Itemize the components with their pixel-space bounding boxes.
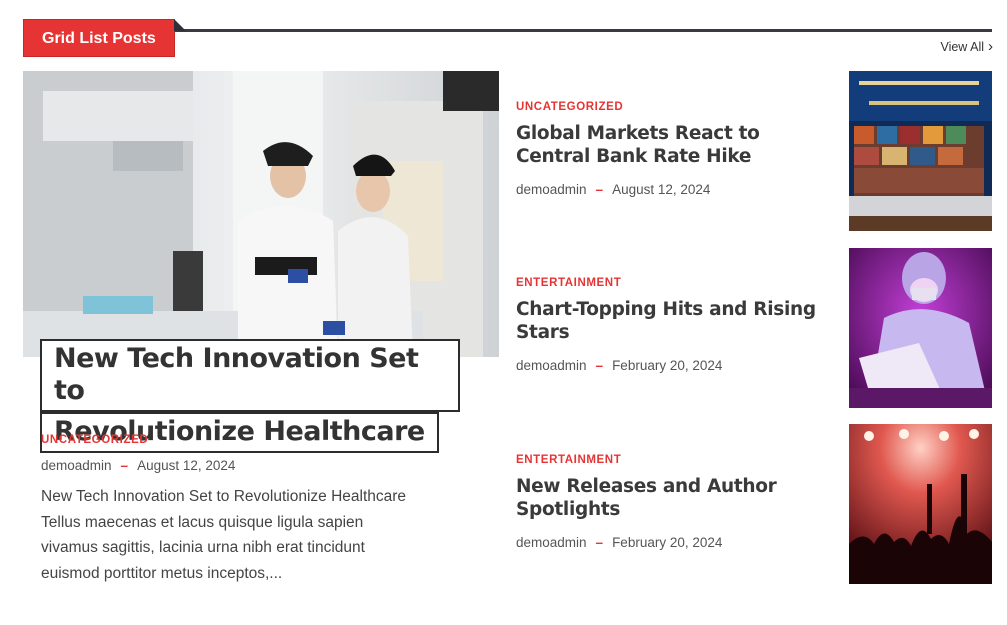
post-date[interactable]: February 20, 2024: [612, 358, 722, 373]
meta-separator: –: [595, 535, 604, 550]
featured-meta: demoadmin – August 12, 2024: [41, 458, 235, 473]
meta-separator: –: [120, 458, 129, 473]
section-title: Grid List Posts: [23, 19, 186, 57]
view-all-label: View All: [940, 39, 984, 54]
featured-title-line-2[interactable]: Revolutionize Healthcare: [40, 412, 439, 453]
protective-suit-image: [849, 248, 992, 408]
post-list-item: ENTERTAINMENT New Releases and Author Sp…: [516, 454, 836, 550]
cargo-ship-image: [849, 71, 992, 231]
excerpt-line: vivamus sagittis, lacinia urna nibh erat…: [41, 539, 365, 556]
post-category[interactable]: ENTERTAINMENT: [516, 277, 836, 289]
post-thumbnail[interactable]: [849, 424, 992, 584]
excerpt-line: New Tech Innovation Set to Revolutionize…: [41, 488, 407, 505]
post-meta: demoadmin – February 20, 2024: [516, 535, 836, 550]
meta-separator: –: [595, 358, 604, 373]
featured-category[interactable]: UNCATEGORIZED: [41, 434, 148, 446]
section-divider: [174, 29, 992, 32]
featured-title-line-1[interactable]: New Tech Innovation Set to: [40, 339, 460, 412]
post-thumbnail[interactable]: [849, 71, 992, 231]
post-date[interactable]: August 12, 2024: [137, 458, 235, 473]
post-meta: demoadmin – February 20, 2024: [516, 358, 836, 373]
author-link[interactable]: demoadmin: [516, 358, 587, 373]
meta-separator: –: [595, 182, 604, 197]
post-meta: demoadmin – August 12, 2024: [516, 182, 836, 197]
author-link[interactable]: demoadmin: [516, 535, 587, 550]
author-link[interactable]: demoadmin: [516, 182, 587, 197]
featured-post-image[interactable]: [23, 71, 499, 357]
author-link[interactable]: demoadmin: [41, 458, 112, 473]
post-title[interactable]: New Releases and Author Spotlights: [516, 476, 836, 521]
post-title[interactable]: Chart-Topping Hits and Rising Stars: [516, 299, 836, 344]
excerpt-line: Tellus maecenas et lacus quisque ligula …: [41, 513, 364, 531]
post-date[interactable]: February 20, 2024: [612, 535, 722, 550]
post-category[interactable]: ENTERTAINMENT: [516, 454, 836, 466]
excerpt-line: euismod porttitor metus inceptos,...: [41, 564, 283, 582]
featured-excerpt: New Tech Innovation Set to Revolutionize…: [41, 484, 461, 586]
post-thumbnail[interactable]: [849, 248, 992, 408]
view-all-link[interactable]: View All ›: [940, 39, 993, 54]
post-list-item: UNCATEGORIZED Global Markets React to Ce…: [516, 101, 836, 197]
concert-crowd-image: [849, 424, 992, 584]
post-list-item: ENTERTAINMENT Chart-Topping Hits and Ris…: [516, 277, 836, 373]
post-date[interactable]: August 12, 2024: [612, 182, 710, 197]
lab-scientists-image: [23, 71, 499, 357]
chevron-right-icon: ›: [988, 38, 993, 55]
post-title[interactable]: Global Markets React to Central Bank Rat…: [516, 123, 836, 168]
post-category[interactable]: UNCATEGORIZED: [516, 101, 836, 113]
